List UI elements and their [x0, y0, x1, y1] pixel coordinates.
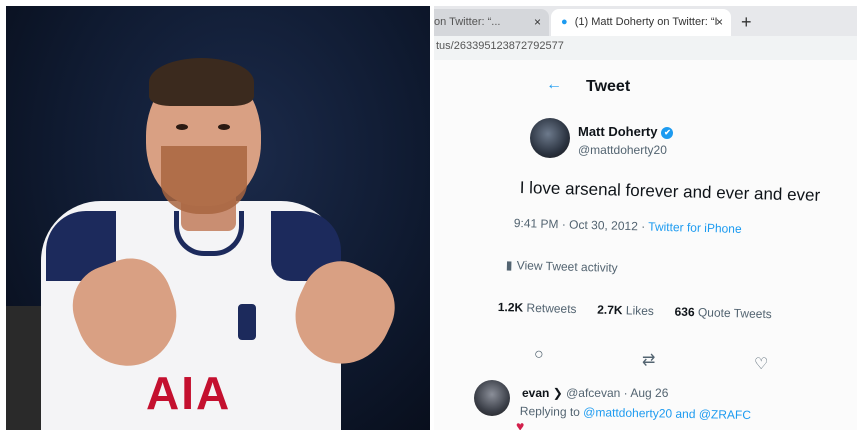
- close-icon[interactable]: ×: [716, 15, 723, 29]
- reply-avatar[interactable]: [474, 380, 510, 416]
- player-beard: [161, 146, 247, 214]
- avatar[interactable]: [530, 118, 570, 158]
- tweet-timestamp[interactable]: 9:41 PM · Oct 30, 2012 ·: [514, 216, 649, 234]
- player-eye-left: [176, 124, 188, 130]
- club-badge: [238, 304, 256, 340]
- browser-tab-title: on Twitter: “...: [434, 16, 501, 28]
- author-name-text: Matt Doherty: [578, 124, 658, 139]
- retweet-icon[interactable]: ⇄: [642, 350, 655, 370]
- tweet-stats: 1.2K Retweets 2.7K Likes 636 Quote Tweet…: [498, 300, 772, 321]
- bar-chart-icon: ▮: [505, 258, 514, 273]
- verified-badge-icon: ✔: [661, 126, 674, 139]
- tweet-author-handle[interactable]: @mattdoherty20: [578, 143, 667, 157]
- reply-icon[interactable]: ○: [534, 346, 544, 364]
- tweet-actions: ○ ⇄ ♡: [534, 346, 774, 373]
- tweet-source-link[interactable]: Twitter for iPhone: [648, 220, 742, 236]
- view-tweet-activity[interactable]: ▮ View Tweet activity: [506, 258, 618, 275]
- replying-to-links[interactable]: @mattdoherty20 and @ZRAFC: [583, 405, 751, 422]
- activity-label: View Tweet activity: [516, 258, 618, 275]
- heart-icon[interactable]: ♡: [754, 354, 768, 374]
- page-title: Tweet: [586, 78, 631, 95]
- reply-author[interactable]: evan ❯ @afcevan · Aug 26: [522, 386, 668, 400]
- browser-tab-title: (1) Matt Doherty on Twitter: “I: [574, 16, 718, 28]
- player-eye-right: [218, 124, 230, 130]
- twitter-bird-icon: ●: [561, 16, 568, 28]
- tweet-text: I love arsenal forever and ever and ever: [519, 178, 821, 205]
- close-icon[interactable]: ×: [534, 15, 541, 29]
- shirt-sponsor: AIA: [146, 367, 232, 419]
- browser-tab-2[interactable]: ● (1) Matt Doherty on Twitter: “I ×: [551, 9, 731, 36]
- quote-tweets-stat[interactable]: 636 Quote Tweets: [674, 305, 772, 322]
- reply-name-glyph: ❯: [552, 386, 563, 400]
- url-bar[interactable]: tus/263395123872792577: [434, 36, 857, 60]
- tweet-meta: 9:41 PM · Oct 30, 2012 · Twitter for iPh…: [514, 216, 742, 236]
- arrow-left-icon[interactable]: ←: [546, 76, 562, 94]
- browser-screen: on Twitter: “... × ● (1) Matt Doherty on…: [434, 6, 857, 430]
- player-photo: AIA: [6, 6, 430, 430]
- player-hair: [149, 58, 254, 106]
- new-tab-button[interactable]: +: [741, 12, 752, 33]
- likes-stat[interactable]: 2.7K Likes: [597, 303, 654, 318]
- browser-tab-1[interactable]: on Twitter: “... ×: [434, 9, 549, 36]
- heart-icon: ♥: [516, 418, 525, 430]
- replying-to: Replying to @mattdoherty20 and @ZRAFC: [519, 404, 752, 423]
- browser-tab-bar: on Twitter: “... × ● (1) Matt Doherty on…: [434, 6, 857, 36]
- tweet-author-name[interactable]: Matt Doherty ✔: [578, 124, 674, 139]
- retweets-stat[interactable]: 1.2K Retweets: [498, 300, 577, 316]
